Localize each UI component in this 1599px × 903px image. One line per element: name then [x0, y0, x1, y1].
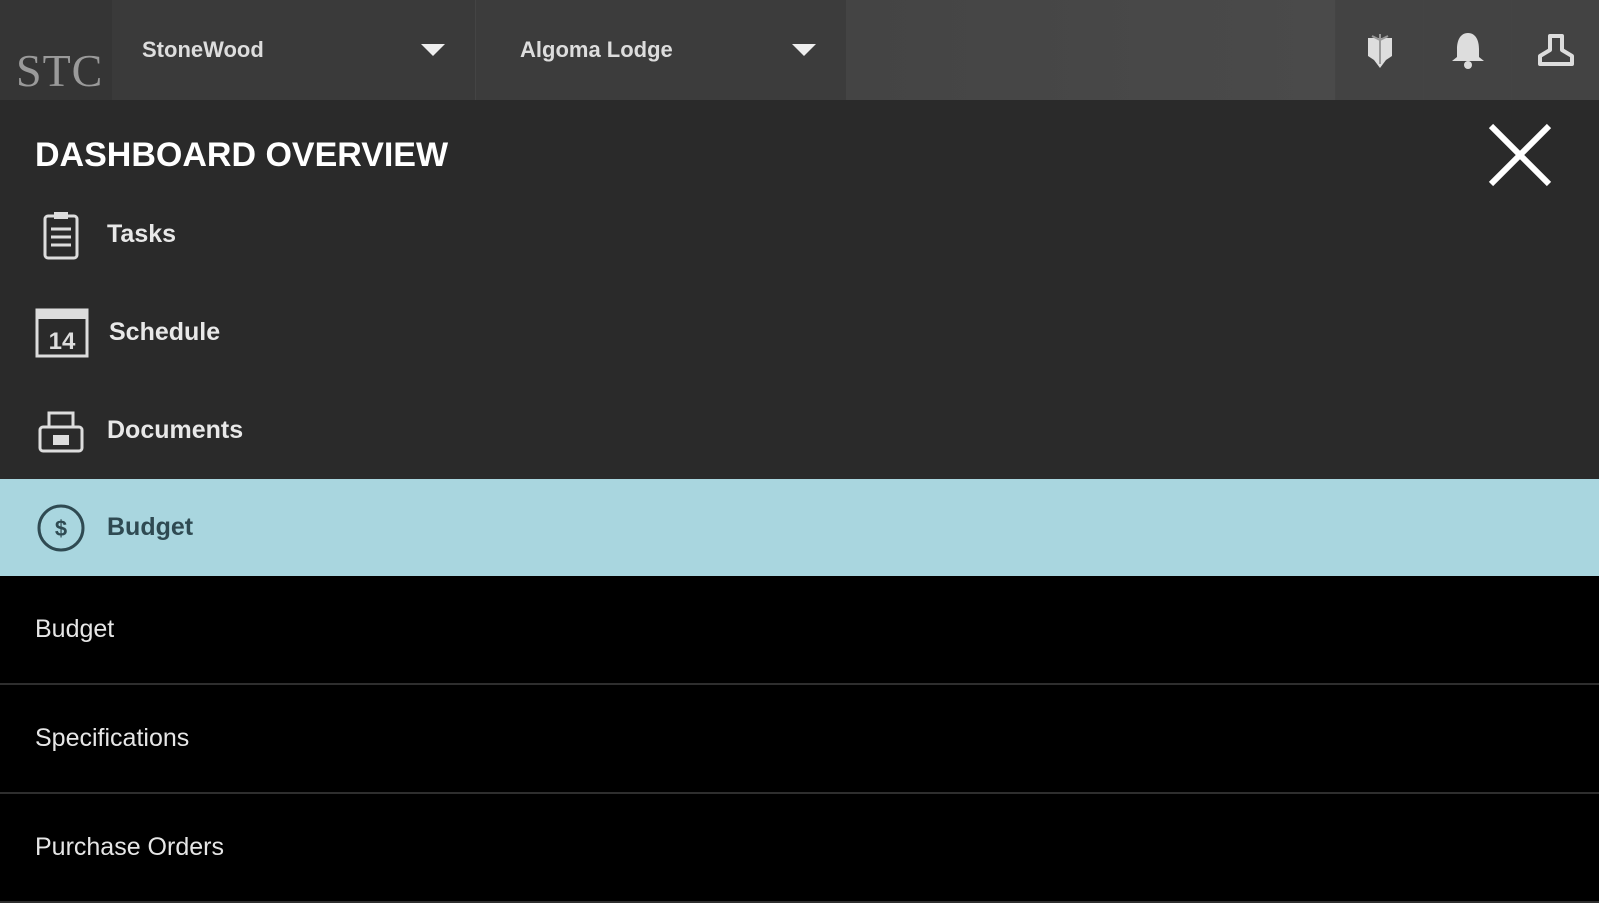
- documents-icon: [38, 411, 84, 452]
- clipboard-icon: [43, 211, 79, 259]
- gift-icon: [1367, 34, 1392, 68]
- project-dropdown[interactable]: Algoma Lodge: [476, 0, 847, 100]
- submenu-label: Budget: [35, 615, 115, 643]
- budget-icon: $: [37, 504, 85, 551]
- bell-icon: [1451, 33, 1484, 69]
- menu-item-label: Budget: [107, 513, 194, 541]
- submenu-item-specifications[interactable]: Specifications: [0, 685, 1599, 794]
- header-spacer: [847, 0, 1335, 100]
- project-label: Algoma Lodge: [520, 37, 673, 62]
- gift-button[interactable]: [1335, 0, 1423, 100]
- submenu-label: Purchase Orders: [35, 833, 224, 861]
- dashboard-menu: DASHBOARD OVERVIEW Tasks 14 Schedule Doc…: [0, 100, 1599, 576]
- menu-item-label: Documents: [107, 416, 244, 444]
- submenu-item-purchase-orders[interactable]: Purchase Orders: [0, 794, 1599, 903]
- company-dropdown[interactable]: StoneWood: [112, 0, 476, 100]
- menu-item-label: Tasks: [107, 220, 177, 248]
- calendar-date: 14: [49, 328, 76, 355]
- menu-item-label: Schedule: [109, 318, 221, 346]
- menu-item-tasks[interactable]: Tasks: [0, 186, 1599, 283]
- top-bar: STC StoneWood Algoma Lodge: [0, 0, 1599, 100]
- company-label: StoneWood: [142, 37, 264, 62]
- submenu-label: Specifications: [35, 724, 190, 752]
- menu-item-budget[interactable]: $ Budget: [0, 479, 1599, 576]
- user-icon: [1537, 34, 1574, 66]
- close-icon[interactable]: [1485, 120, 1555, 190]
- chevron-down-icon: [421, 44, 445, 56]
- page-title: DASHBOARD OVERVIEW: [35, 136, 449, 174]
- user-button[interactable]: [1511, 0, 1599, 100]
- menu-item-schedule[interactable]: 14 Schedule: [0, 284, 1599, 381]
- calendar-icon: 14: [35, 308, 89, 357]
- chevron-down-icon: [792, 44, 816, 56]
- menu-item-documents[interactable]: Documents: [0, 382, 1599, 479]
- notifications-button[interactable]: [1423, 0, 1511, 100]
- svg-text:$: $: [55, 516, 67, 541]
- submenu-item-budget[interactable]: Budget: [0, 576, 1599, 685]
- logo[interactable]: STC: [0, 0, 112, 100]
